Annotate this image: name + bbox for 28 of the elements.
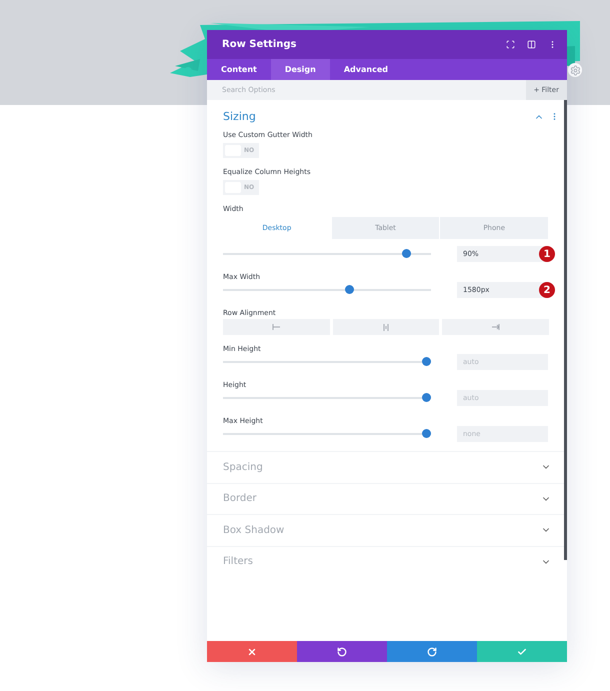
tab[interactable]: Advanced <box>330 59 402 80</box>
section-title[interactable]: Sizing <box>223 110 528 123</box>
undo-icon <box>337 646 347 656</box>
section-title: Border <box>223 493 258 504</box>
slider-thumb[interactable] <box>422 429 432 438</box>
align-center-icon <box>383 324 389 330</box>
fullscreen-icon[interactable] <box>506 40 515 49</box>
number-badge: 2 <box>539 282 555 298</box>
tab[interactable]: Design <box>270 59 330 80</box>
align-right-icon <box>492 324 500 330</box>
tab[interactable]: Content <box>207 59 271 80</box>
close-icon <box>247 646 257 656</box>
settings-icon[interactable] <box>568 63 582 77</box>
slider-thumb[interactable] <box>402 249 411 258</box>
sidebar-icon[interactable] <box>527 40 536 49</box>
section-title: Spacing <box>223 462 264 473</box>
slider-thumb[interactable] <box>422 357 432 366</box>
section-title: Box Shadow <box>223 524 286 536</box>
check-icon <box>517 646 527 656</box>
slider-thumb[interactable] <box>422 393 432 402</box>
window-title: Row Settings <box>222 39 298 50</box>
undo-button[interactable] <box>297 641 387 662</box>
scrollbar[interactable] <box>564 100 567 560</box>
section-title: Filters <box>223 556 254 568</box>
redo-icon <box>427 646 437 656</box>
align-left-icon <box>272 324 280 330</box>
slider-thumb[interactable] <box>345 285 354 294</box>
number-badge: 1 <box>539 246 555 262</box>
